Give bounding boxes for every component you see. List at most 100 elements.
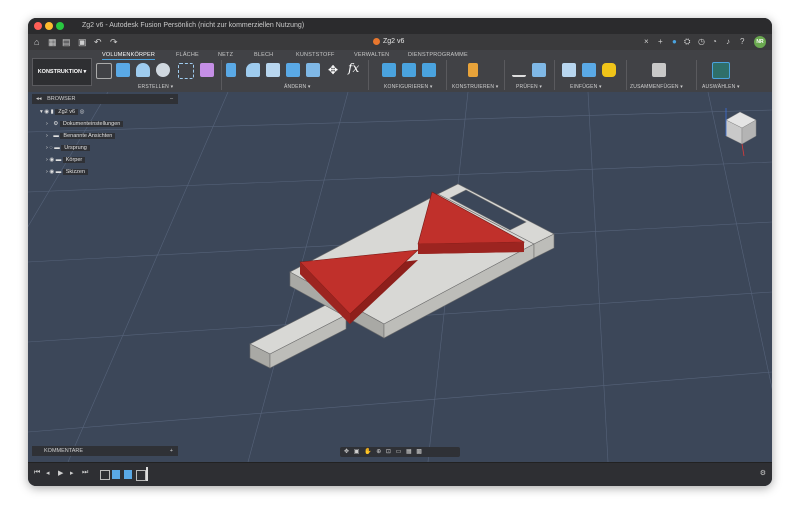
browser-root[interactable]: ▾ ◉ ▮ Zg2 v6 ◎	[40, 108, 84, 116]
select-icon[interactable]	[712, 62, 730, 79]
timeline-extrude-feature-icon[interactable]	[112, 470, 120, 479]
3d-viewport[interactable]	[28, 92, 772, 462]
timeline-play-icon[interactable]: ▶	[58, 469, 63, 477]
group-pruefen[interactable]: PRÜFEN ▾	[516, 84, 542, 90]
job-status-icon[interactable]: ◔	[712, 37, 717, 47]
timeline-start-icon[interactable]: ⏮	[34, 469, 40, 477]
new-tab-icon[interactable]: +	[658, 37, 663, 47]
group-zusammenfuegen[interactable]: ZUSAMMENFÜGEN ▾	[630, 84, 683, 90]
visibility-eye-off-icon[interactable]: ◌	[49, 145, 52, 151]
browser-item-benannte-ansichten[interactable]: › ▬ Benannte Ansichten	[46, 132, 116, 140]
viewports-icon[interactable]: ▩	[416, 449, 422, 455]
file-menu-icon[interactable]: ▤	[62, 36, 71, 48]
insert-canvas-icon[interactable]	[582, 63, 596, 77]
close-window-button[interactable]	[34, 22, 42, 30]
activate-component-icon[interactable]: ◎	[80, 109, 85, 115]
extensions-icon[interactable]: ⛭	[684, 37, 690, 47]
insert-derive-icon[interactable]	[562, 63, 576, 77]
visibility-eye-icon[interactable]: ◉	[49, 157, 54, 163]
timeline-back-icon[interactable]: ◂	[46, 469, 50, 477]
maximize-window-button[interactable]	[56, 22, 64, 30]
group-aendern[interactable]: ÄNDERN ▾	[284, 84, 311, 90]
fit-icon[interactable]: ⊡	[386, 449, 391, 455]
look-at-icon[interactable]: ▣	[354, 449, 360, 455]
browser-item-koerper[interactable]: › ◉ ▬ Körper	[46, 156, 86, 164]
viewcube[interactable]	[725, 108, 757, 157]
user-avatar[interactable]: NR	[754, 36, 766, 48]
notifications-icon[interactable]: ♪	[726, 37, 730, 47]
configure-table-icon[interactable]	[402, 63, 416, 77]
tab-blech[interactable]: BLECH	[254, 52, 273, 58]
group-auswaehlen[interactable]: AUSWÄHLEN ▾	[702, 84, 740, 90]
help-icon[interactable]: ?	[740, 37, 744, 47]
plane-icon[interactable]	[468, 63, 478, 77]
timeline-settings-gear-icon[interactable]: ⚙	[760, 469, 766, 477]
group-konfigurieren[interactable]: KONFIGURIEREN ▾	[384, 84, 433, 90]
timeline-marker[interactable]	[146, 467, 148, 481]
browser-item-ursprung[interactable]: › ◌ ▬ Ursprung	[46, 144, 90, 152]
combine-icon[interactable]	[286, 63, 300, 77]
model-handle[interactable]	[249, 304, 347, 369]
comments-panel-header[interactable]: KOMMENTARE +	[32, 446, 178, 456]
zoom-icon[interactable]: ⊕	[376, 449, 381, 455]
group-einfuegen[interactable]: EINFÜGEN ▾	[570, 84, 602, 90]
browser-minimize-icon[interactable]: –	[170, 94, 173, 104]
expand-arrow-icon[interactable]: ▾	[40, 109, 43, 115]
workspace-selector[interactable]: KONSTRUKTION ▾	[32, 58, 92, 86]
form-icon[interactable]	[200, 63, 214, 77]
browser-item-skizzen[interactable]: › ◉ ▬ Skizzen	[46, 168, 89, 176]
timeline-forward-icon[interactable]: ▸	[70, 469, 74, 477]
browser-item-dokumenteinstellungen[interactable]: › ⚙ Dokumenteinstellungen	[46, 120, 124, 128]
expand-arrow-icon[interactable]: ›	[46, 157, 48, 163]
create-sketch-icon[interactable]	[96, 63, 112, 79]
data-panel-icon[interactable]: ●	[672, 37, 677, 47]
timeline-extrude-feature-icon[interactable]	[124, 470, 132, 479]
timeline-sketch-feature-icon[interactable]	[136, 470, 146, 481]
tab-dienstprogramme[interactable]: DIENSTPROGRAMME	[408, 52, 468, 58]
undo-icon[interactable]: ↶	[94, 36, 102, 48]
document-tab[interactable]: Zg2 v6	[373, 34, 404, 50]
minimize-window-button[interactable]	[45, 22, 53, 30]
redo-icon[interactable]: ↷	[110, 36, 118, 48]
tab-netz[interactable]: NETZ	[218, 52, 233, 58]
tab-volumenkoerper[interactable]: VOLUMENKÖRPER	[102, 52, 156, 60]
expand-arrow-icon[interactable]: ›	[46, 169, 48, 175]
box-icon[interactable]	[178, 63, 194, 79]
press-pull-icon[interactable]	[226, 63, 236, 77]
timeline-end-icon[interactable]: ⏭	[82, 469, 88, 477]
add-comment-button[interactable]: +	[170, 446, 173, 456]
group-erstellen[interactable]: ERSTELLEN ▾	[138, 84, 173, 90]
joint-icon[interactable]	[652, 63, 666, 77]
configure-icon[interactable]	[382, 63, 396, 77]
extrude-icon[interactable]	[116, 63, 130, 77]
expand-arrow-icon[interactable]: ›	[46, 133, 48, 139]
tab-kunststoff[interactable]: KUNSTSTOFF	[296, 52, 335, 58]
expand-arrow-icon[interactable]: ›	[46, 145, 48, 151]
move-icon[interactable]: ✥	[328, 63, 338, 77]
offset-face-icon[interactable]	[306, 63, 320, 77]
grid-settings-icon[interactable]: ▦	[406, 449, 412, 455]
orbit-icon[interactable]: ✥	[344, 449, 349, 455]
configure-rule-icon[interactable]	[422, 63, 436, 77]
save-icon[interactable]: ▣	[78, 36, 87, 48]
insert-mcmaster-icon[interactable]	[602, 63, 616, 77]
browser-panel-header[interactable]: ◂◂ BROWSER –	[32, 94, 178, 104]
grid-icon[interactable]: ▦	[48, 36, 57, 48]
measure-icon[interactable]	[512, 67, 526, 77]
parameters-icon[interactable]: fx	[348, 61, 359, 75]
revolve-icon[interactable]	[136, 63, 150, 77]
timeline-sketch-feature-icon[interactable]	[100, 470, 110, 480]
hole-icon[interactable]	[156, 63, 170, 77]
visibility-eye-icon[interactable]: ◉	[49, 169, 54, 175]
tab-verwalten[interactable]: VERWALTEN	[354, 52, 389, 58]
group-konstruieren[interactable]: KONSTRUIEREN ▾	[452, 84, 498, 90]
home-icon[interactable]: ⌂	[34, 36, 39, 48]
model-canvas[interactable]	[28, 92, 772, 462]
display-settings-icon[interactable]: ▭	[396, 449, 402, 455]
shell-icon[interactable]	[266, 63, 280, 77]
fillet-icon[interactable]	[246, 63, 260, 77]
tab-flaeche[interactable]: FLÄCHE	[176, 52, 199, 58]
expand-arrow-icon[interactable]: ›	[46, 121, 48, 127]
history-icon[interactable]: ◷	[698, 37, 705, 47]
collapse-browser-icon[interactable]: ◂◂	[36, 96, 42, 102]
